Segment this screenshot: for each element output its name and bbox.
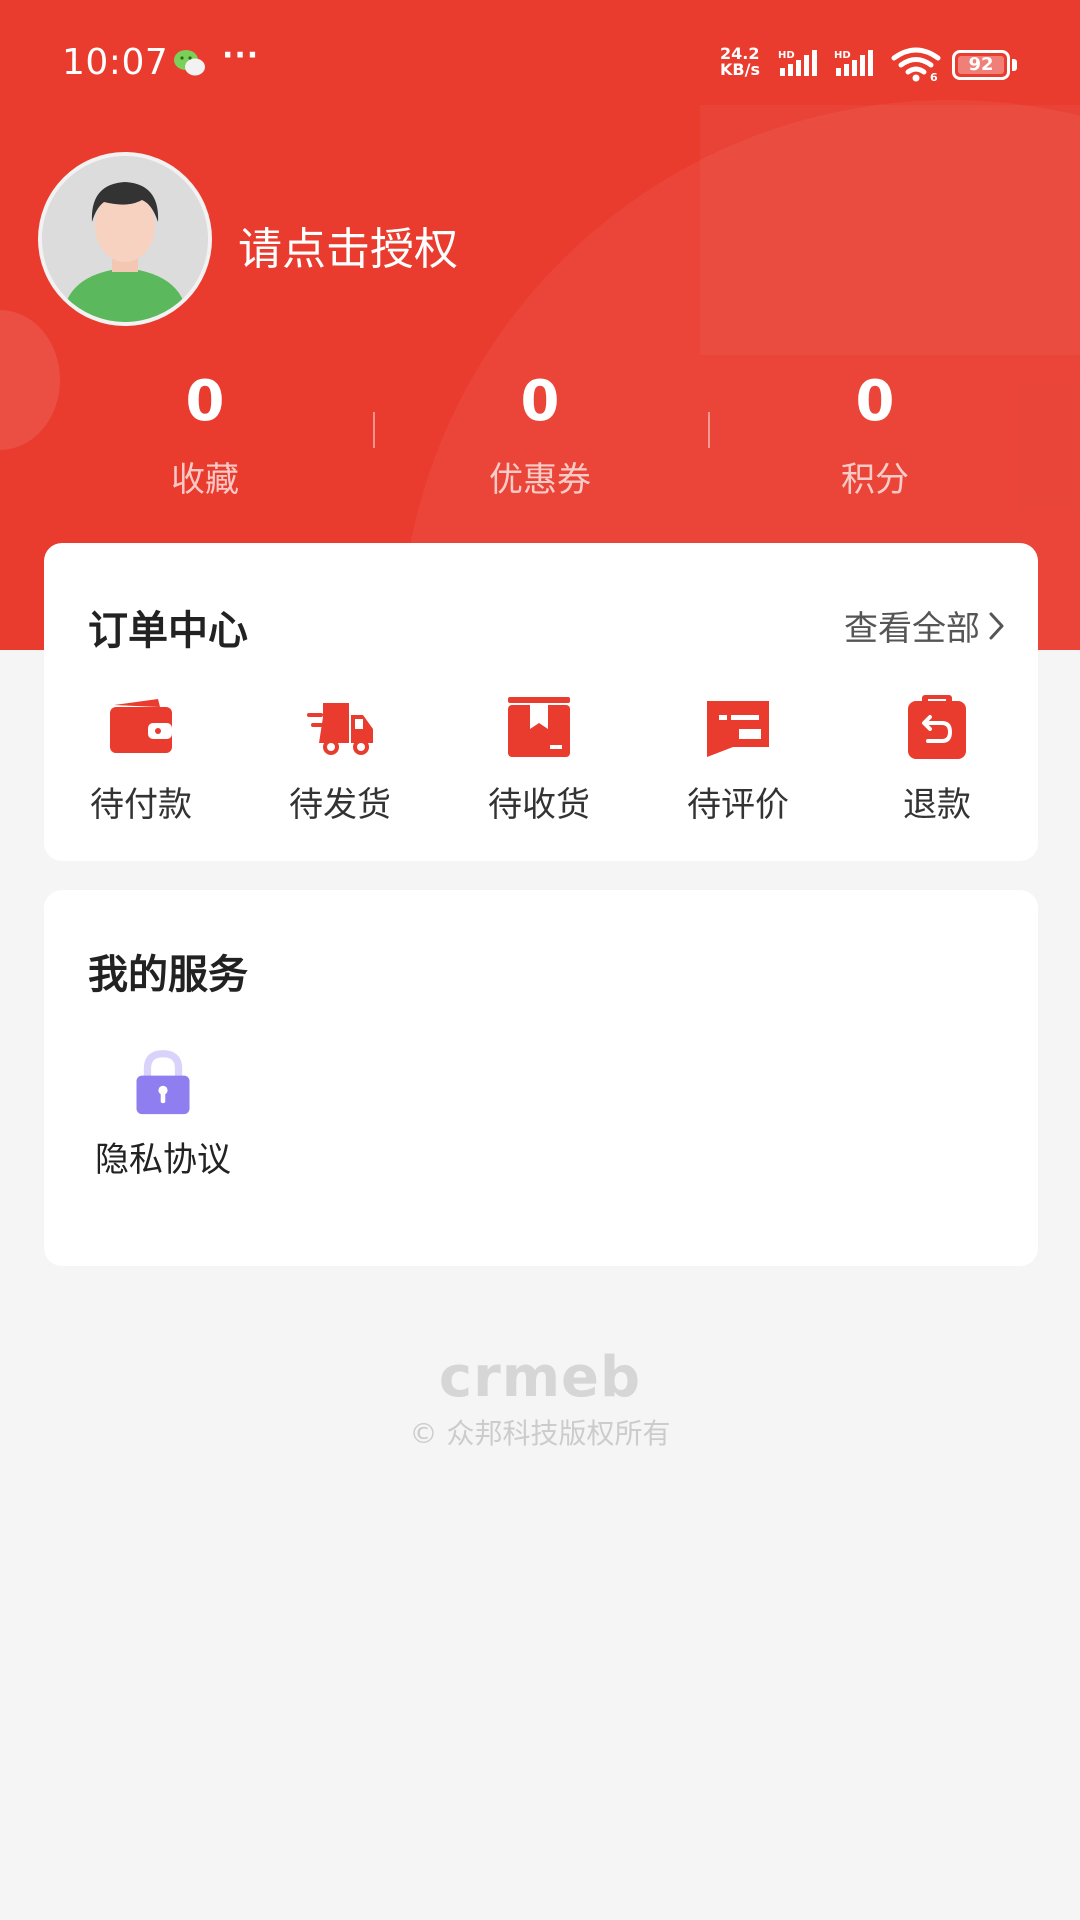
package-icon (508, 697, 570, 757)
more-notifications-icon: ··· (222, 38, 260, 73)
wechat-icon (174, 50, 205, 76)
order-item-label: 待收货 (488, 785, 590, 825)
refund-icon (908, 695, 966, 759)
chevron-right-icon (989, 612, 1004, 639)
view-all-orders-link[interactable]: 查看全部 (844, 601, 1008, 650)
status-time: 10:07 (62, 42, 169, 83)
stat-divider (708, 412, 710, 448)
network-speed: 24.2 KB/s (720, 46, 760, 78)
user-stats: 0 收藏 0 优惠券 0 积分 (0, 370, 1080, 510)
stat-label: 优惠券 (489, 460, 591, 500)
avatar[interactable] (38, 152, 212, 326)
privacy-policy-entry[interactable]: 隐私协议 (88, 1048, 238, 1181)
status-bar: 10:07 ··· 24.2 KB/s HD HD 6 92 (0, 0, 1080, 110)
signal-icon: HD (778, 50, 817, 76)
stat-divider (373, 412, 375, 448)
stat-value: 0 (185, 369, 225, 434)
stat-label: 收藏 (171, 460, 239, 500)
wallet-icon (110, 699, 172, 753)
truck-icon (307, 703, 373, 755)
default-avatar-icon (42, 156, 208, 322)
order-center-card: 订单中心 查看全部 待付款 待发货 待收货 待评价 退款 (44, 543, 1038, 861)
order-item-label: 待评价 (687, 785, 789, 825)
stat-label: 积分 (841, 460, 909, 500)
stat-coupons[interactable]: 0 优惠券 (440, 370, 640, 501)
order-item-label: 待发货 (289, 785, 391, 825)
footer-branding: crmeb © 众邦科技版权所有 (0, 1345, 1080, 1452)
order-item-label: 待付款 (90, 785, 192, 825)
svg-text:HD: HD (778, 50, 795, 61)
view-all-label: 查看全部 (844, 609, 980, 649)
battery-percentage: 92 (968, 54, 994, 75)
header-decoration-glow (700, 105, 1080, 355)
stat-value: 0 (855, 369, 895, 434)
signal-icon-2: HD (834, 50, 873, 76)
order-pending-receipt[interactable]: 待收货 (454, 693, 624, 826)
stat-points[interactable]: 0 积分 (775, 370, 975, 501)
svg-text:HD: HD (834, 50, 851, 61)
wifi-icon: 6 (891, 47, 941, 82)
order-center-title: 订单中心 (88, 608, 248, 654)
lock-icon (136, 1050, 190, 1115)
order-pending-payment[interactable]: 待付款 (56, 693, 226, 826)
battery-tip (1012, 59, 1017, 71)
order-pending-shipment[interactable]: 待发货 (255, 693, 425, 826)
stat-favorites[interactable]: 0 收藏 (105, 370, 305, 501)
order-refund[interactable]: 退款 (852, 693, 1022, 826)
authorize-login-link[interactable]: 请点击授权 (238, 213, 458, 277)
comment-icon (707, 701, 769, 757)
crmeb-logo: crmeb (438, 1345, 642, 1410)
profile-page: 10:07 ··· 24.2 KB/s HD HD 6 92 请点击授权 0 收… (0, 0, 1080, 1920)
my-services-card: 我的服务 隐私协议 (44, 890, 1038, 1266)
order-pending-review[interactable]: 待评价 (653, 693, 823, 826)
copyright-text: © 众邦科技版权所有 (409, 1417, 671, 1450)
service-item-label: 隐私协议 (95, 1140, 231, 1180)
order-item-label: 退款 (903, 785, 971, 825)
my-services-title: 我的服务 (88, 952, 248, 998)
network-speed-unit: KB/s (720, 60, 760, 79)
svg-text:6: 6 (930, 71, 938, 82)
battery-icon: 92 (952, 50, 1010, 80)
stat-value: 0 (520, 369, 560, 434)
